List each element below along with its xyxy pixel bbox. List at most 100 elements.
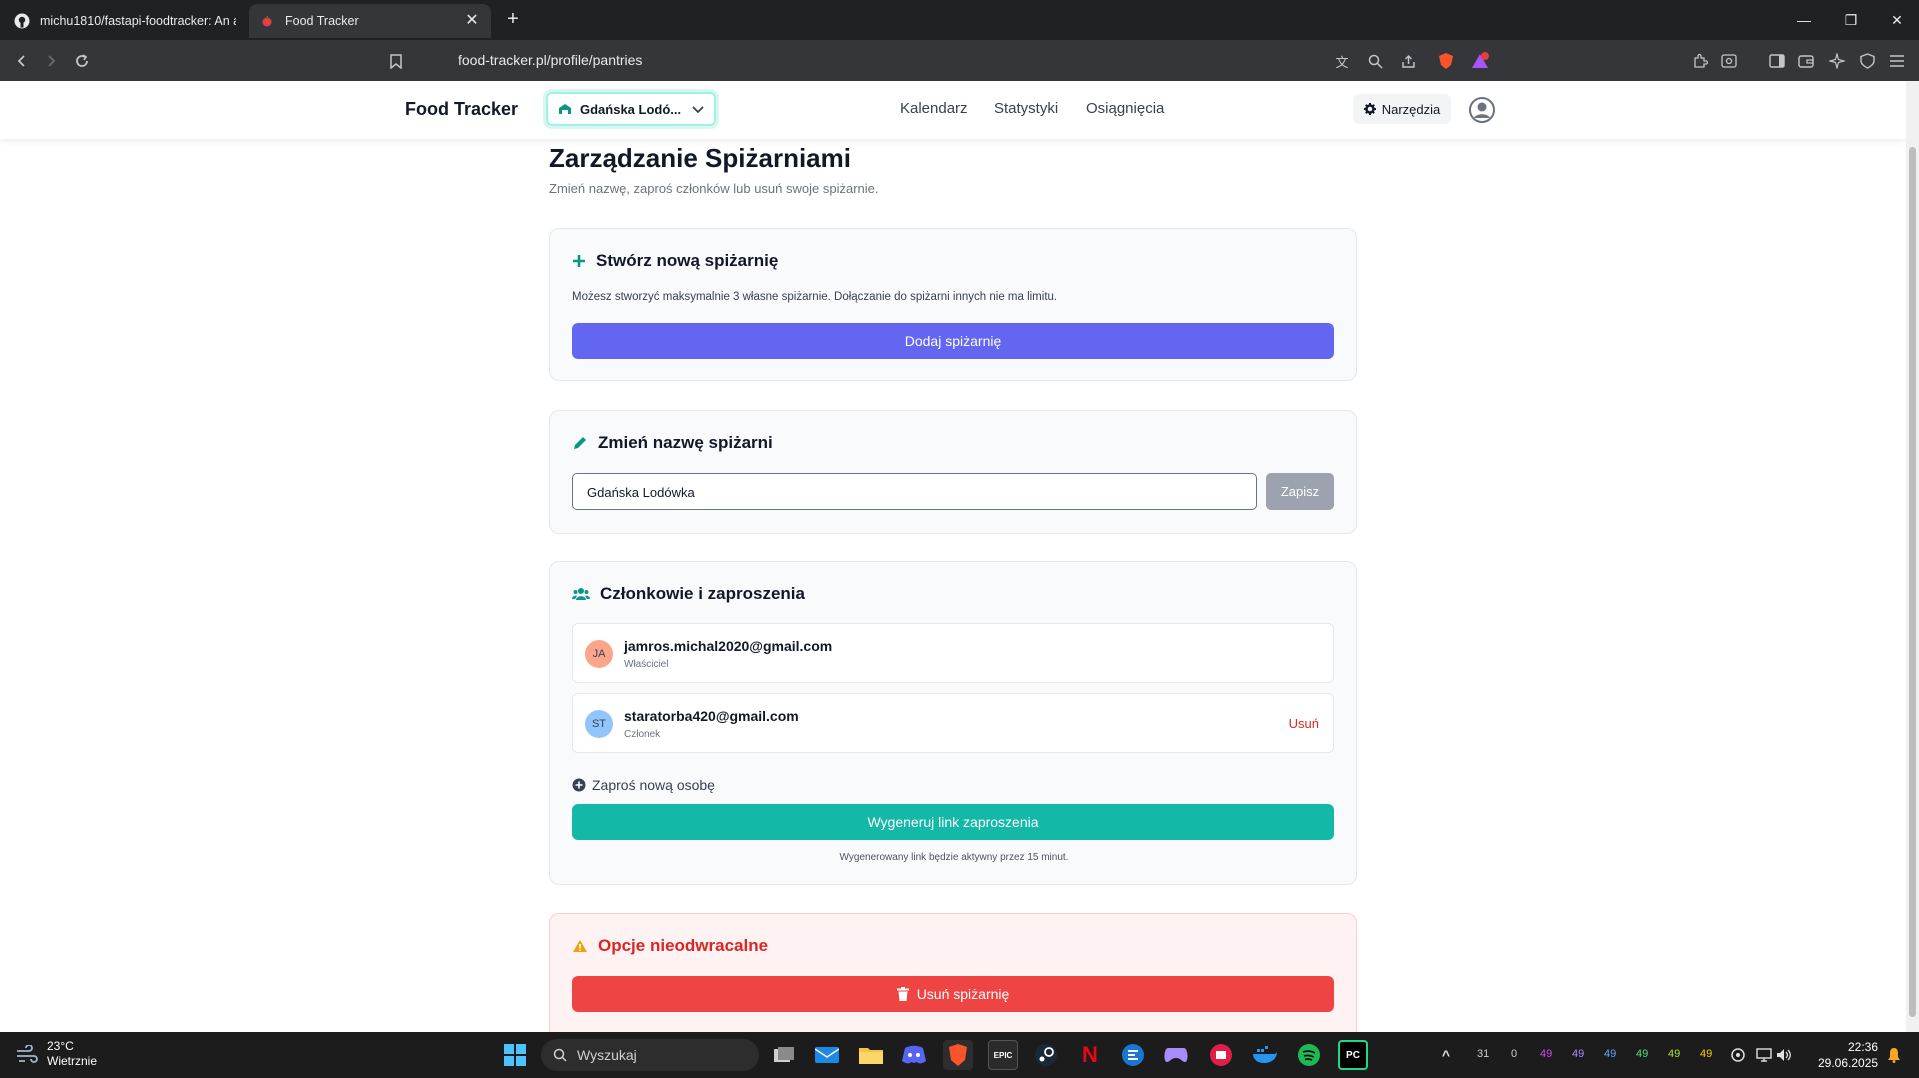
close-tab-icon[interactable]: ✕ [463,12,481,30]
create-pantry-card: Stwórz nową spiżarnię Możesz stworzyć ma… [549,228,1357,381]
windows-start-icon[interactable] [500,1040,530,1070]
tray-counter: 49 [1540,1048,1553,1060]
brand-logo[interactable]: Food Tracker [405,99,518,120]
invite-note: Wygenerowany link będzie aktywny przez 1… [839,852,1069,863]
pycharm-icon[interactable]: PC [1338,1040,1368,1070]
top-navbar: Food Tracker Gdańska Lodó... Kalendarz S… [0,81,1906,139]
task-view-icon[interactable] [769,1040,799,1070]
mail-icon[interactable] [812,1040,842,1070]
danger-heading: Opcje nieodwracalne [572,936,768,956]
back-icon[interactable] [11,50,33,72]
docker-icon[interactable] [1250,1040,1280,1070]
tray-counter: 0 [1511,1048,1518,1060]
menu-icon[interactable] [1886,50,1908,72]
member-email: jamros.michal2020@gmail.com [624,638,833,654]
weather-widget[interactable]: 23°C Wietrznie [15,1039,97,1069]
weather-temp: 23°C [47,1039,74,1053]
forward-icon[interactable] [40,50,62,72]
minimize-icon[interactable]: — [1794,10,1814,30]
zoom-icon[interactable] [1364,50,1386,72]
share-icon[interactable] [1397,50,1419,72]
tray-counter: 49 [1636,1048,1649,1060]
netflix-icon[interactable]: N [1075,1040,1105,1070]
bookmark-icon[interactable] [385,50,407,72]
ea-app-icon[interactable] [1118,1040,1148,1070]
url-text[interactable]: food-tracker.pl/profile/pantries [458,52,642,68]
invite-heading: Zaproś nową osobę [572,777,715,793]
volume-icon[interactable] [1774,1040,1794,1070]
danger-title: Opcje nieodwracalne [598,936,769,955]
file-explorer-icon[interactable] [856,1040,886,1070]
danger-zone-card: Opcje nieodwracalne Usuń spiżarnię [549,913,1357,1032]
member-email: staratorba420@gmail.com [624,708,799,724]
generate-invite-link-button[interactable]: Wygeneruj link zaproszenia [572,804,1334,840]
chevron-up-icon[interactable]: ^ [1436,1040,1456,1070]
tab-title: michu1810/fastapi-foodtracker: An a [40,14,236,28]
delete-pantry-button[interactable]: Usuń spiżarnię [572,976,1334,1012]
tray-counter: 49 [1668,1048,1681,1060]
nav-link-calendar[interactable]: Kalendarz [900,100,968,117]
member-role: Właściciel [624,659,669,670]
steam-icon[interactable] [1031,1040,1061,1070]
new-tab-icon[interactable]: + [503,9,523,30]
scrollbar-thumb[interactable] [1909,147,1916,1017]
save-button[interactable]: Zapisz [1266,473,1334,510]
list-item: ST staratorba420@gmail.com Członek Usuń [572,693,1334,753]
github-icon [14,13,30,29]
notification-bell-icon[interactable] [1884,1040,1904,1070]
gear-icon [1363,103,1376,115]
vpn-icon[interactable] [1856,50,1878,72]
brave-rewards-icon[interactable] [1469,50,1491,72]
page-scrollbar[interactable] [1906,81,1919,1032]
add-pantry-button[interactable]: Dodaj spiżarnię [572,323,1334,359]
leo-ai-icon[interactable] [1826,50,1848,72]
close-window-icon[interactable]: ✕ [1887,10,1907,30]
extensions-icon[interactable] [1689,50,1711,72]
browser-tab-strip: michu1810/fastapi-foodtracker: An a Food… [0,0,1919,40]
gamepad-icon[interactable] [1161,1040,1191,1070]
brave-browser-icon[interactable] [943,1040,973,1070]
members-title: Członkowie i zaproszenia [600,584,805,603]
web-page: Food Tracker Gdańska Lodó... Kalendarz S… [0,81,1906,1032]
tools-label: Narzędzia [1381,101,1441,117]
discord-icon[interactable] [899,1040,929,1070]
network-icon[interactable] [1754,1040,1774,1070]
spotify-icon[interactable] [1294,1040,1324,1070]
windows-taskbar: 23°C Wietrznie Wyszukaj EPIC N PC ^ 31 0… [0,1032,1919,1078]
trash-icon [896,987,909,1001]
search-placeholder: Wyszukaj [577,1047,637,1063]
warning-icon [572,939,588,953]
tab-food-tracker[interactable]: Food Tracker ✕ [249,4,491,38]
create-pantry-title: Stwórz nową spiżarnię [596,251,779,270]
users-icon [572,587,590,601]
wind-icon [15,1045,39,1063]
rename-pantry-title: Zmień nazwę spiżarni [598,433,773,452]
rockstar-launcher-icon[interactable] [1206,1040,1236,1070]
tools-button[interactable]: Narzędzia [1353,94,1451,124]
create-pantry-heading: Stwórz nową spiżarnię [572,251,778,271]
taskbar-search-box[interactable]: Wyszukaj [541,1039,759,1071]
pantry-name-input[interactable]: Gdańska Lodówka [572,473,1257,510]
taskbar-clock[interactable]: 22:36 29.06.2025 [1818,1039,1878,1071]
clock-time: 22:36 [1847,1040,1878,1054]
members-heading: Członkowie i zaproszenia [572,584,805,604]
remove-member-button[interactable]: Usuń [1289,716,1319,731]
translate-icon[interactable]: 文 [1331,50,1353,72]
pantry-selector[interactable]: Gdańska Lodó... [546,92,716,126]
brave-shields-icon[interactable] [1435,50,1457,72]
tray-counter: 49 [1700,1048,1713,1060]
nav-link-achievements[interactable]: Osiągnięcia [1086,100,1164,117]
screenshot-icon[interactable] [1718,50,1740,72]
tab-github[interactable]: michu1810/fastapi-foodtracker: An a [4,4,246,38]
user-avatar-icon[interactable] [1469,97,1495,123]
sidebar-icon[interactable] [1766,50,1788,72]
avatar: JA [585,640,613,668]
nav-link-statistics[interactable]: Statystyki [994,100,1058,117]
reload-icon[interactable] [71,50,93,72]
tray-counter: 49 [1604,1048,1617,1060]
epic-games-icon[interactable]: EPIC [988,1040,1018,1070]
restore-icon[interactable]: ❐ [1841,10,1861,30]
copilot-tray-icon[interactable] [1728,1040,1748,1070]
chevron-down-icon [692,102,704,117]
wallet-icon[interactable] [1795,50,1817,72]
